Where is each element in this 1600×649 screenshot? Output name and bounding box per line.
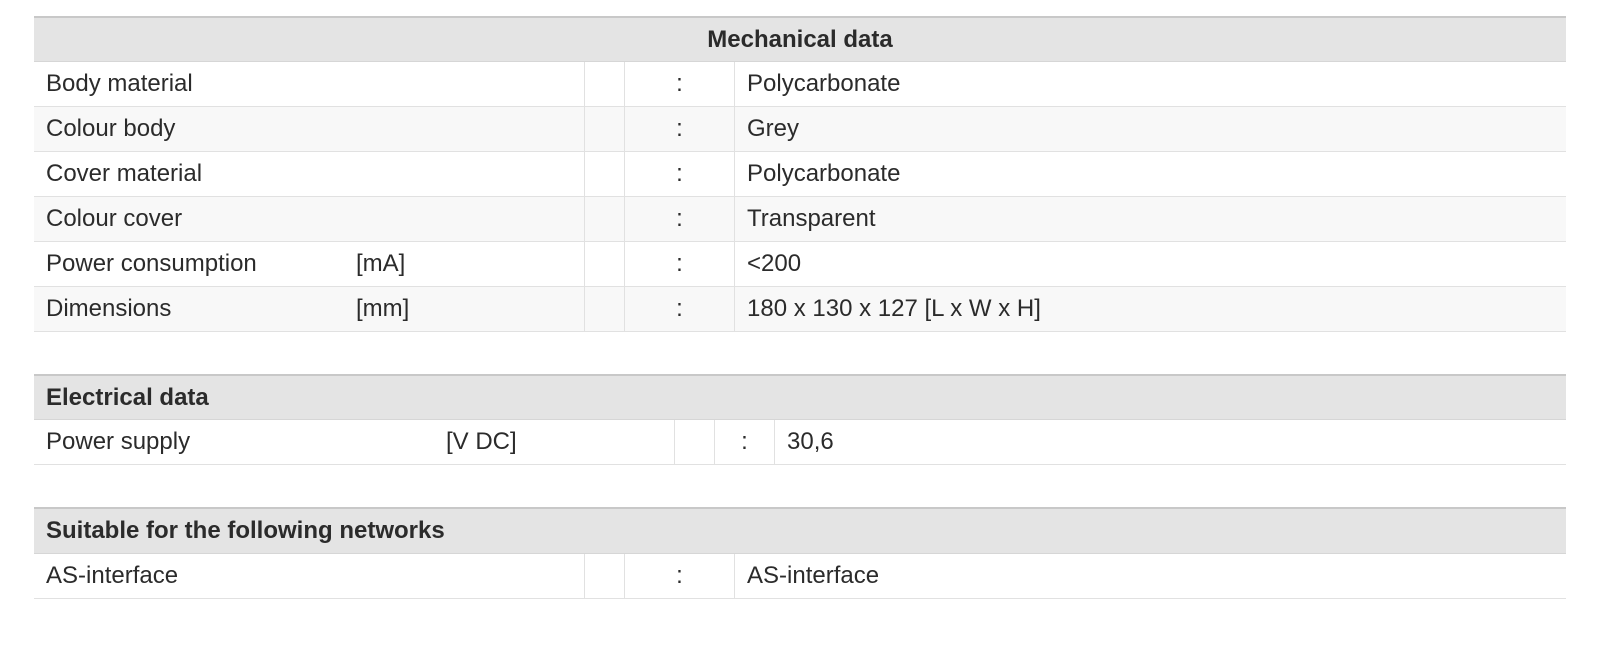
- colon: :: [624, 197, 734, 241]
- spec-unit: [344, 168, 584, 180]
- spec-label: Power consumption: [34, 244, 344, 284]
- spacer: [584, 107, 624, 151]
- spacer: [584, 242, 624, 286]
- section-electrical: Electrical data Power supply [V DC] : 30…: [34, 374, 1566, 465]
- spec-sheet: Mechanical data Body material : Polycarb…: [0, 0, 1600, 615]
- table-row: Power consumption [mA] : <200: [34, 242, 1566, 287]
- spec-unit: [344, 213, 584, 225]
- section-title: Suitable for the following networks: [34, 507, 1566, 553]
- spec-unit: [344, 123, 584, 135]
- table-row: Colour body : Grey: [34, 107, 1566, 152]
- spec-label: Dimensions: [34, 289, 344, 329]
- spacer: [584, 62, 624, 106]
- spacer: [674, 420, 714, 464]
- section-title: Mechanical data: [34, 16, 1566, 62]
- spec-value: Grey: [734, 107, 1566, 151]
- table-row: AS-interface : AS-interface: [34, 554, 1566, 599]
- spec-value: AS-interface: [734, 554, 1566, 598]
- colon: :: [624, 107, 734, 151]
- colon: :: [624, 287, 734, 331]
- spec-unit: [V DC]: [434, 422, 674, 462]
- spec-value: Polycarbonate: [734, 152, 1566, 196]
- spec-label: Power supply: [34, 422, 434, 462]
- table-row: Cover material : Polycarbonate: [34, 152, 1566, 197]
- spec-unit: [344, 78, 584, 90]
- table-row: Power supply [V DC] : 30,6: [34, 420, 1566, 465]
- spacer: [584, 152, 624, 196]
- spec-value: 180 x 130 x 127 [L x W x H]: [734, 287, 1566, 331]
- colon: :: [624, 554, 734, 598]
- spec-value: <200: [734, 242, 1566, 286]
- table-row: Colour cover : Transparent: [34, 197, 1566, 242]
- spec-label: Cover material: [34, 154, 344, 194]
- spec-unit: [mA]: [344, 244, 584, 284]
- table-row: Dimensions [mm] : 180 x 130 x 127 [L x W…: [34, 287, 1566, 332]
- spec-value: Polycarbonate: [734, 62, 1566, 106]
- spacer: [584, 554, 624, 598]
- spec-value: Transparent: [734, 197, 1566, 241]
- spec-label: AS-interface: [34, 556, 584, 596]
- spec-label: Body material: [34, 64, 344, 104]
- section-mechanical: Mechanical data Body material : Polycarb…: [34, 16, 1566, 332]
- colon: :: [624, 242, 734, 286]
- spec-label: Colour body: [34, 109, 344, 149]
- section-title: Electrical data: [34, 374, 1566, 420]
- colon: :: [714, 420, 774, 464]
- spacer: [584, 197, 624, 241]
- spec-value: 30,6: [774, 420, 1566, 464]
- spec-label: Colour cover: [34, 199, 344, 239]
- table-row: Body material : Polycarbonate: [34, 62, 1566, 107]
- colon: :: [624, 62, 734, 106]
- spacer: [584, 287, 624, 331]
- section-networks: Suitable for the following networks AS-i…: [34, 507, 1566, 598]
- colon: :: [624, 152, 734, 196]
- spec-unit: [mm]: [344, 289, 584, 329]
